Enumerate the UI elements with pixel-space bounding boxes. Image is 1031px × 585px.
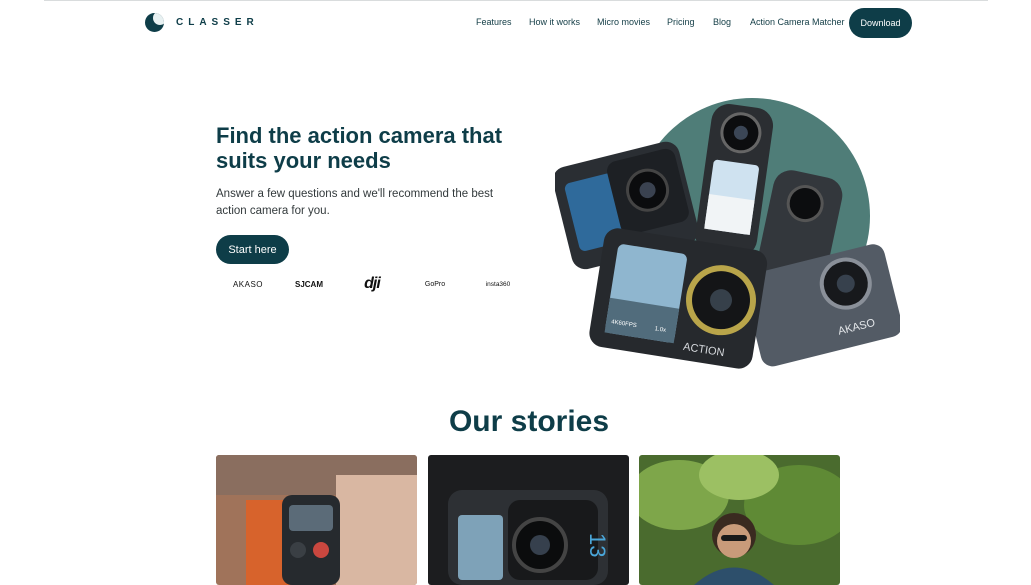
gopro-logo: GoPro — [424, 280, 446, 288]
brand-name: CLASSER — [176, 17, 259, 28]
hero-title: Find the action camera that suits your n… — [216, 123, 503, 173]
story-card-1[interactable] — [216, 455, 417, 585]
dji-logo: dji — [364, 275, 381, 292]
nav-link-blog[interactable]: Blog — [713, 17, 731, 27]
navbar: CLASSER Features How it works Micro movi… — [0, 8, 1031, 38]
start-here-button[interactable]: Start here — [216, 235, 289, 264]
top-divider — [44, 0, 988, 1]
sjcam-logo: SJCAM — [294, 279, 323, 289]
card-badge-text: 13 — [585, 533, 610, 557]
hero-subtitle: Answer a few questions and we'll recomme… — [216, 188, 494, 217]
brand-logo[interactable]: CLASSER — [145, 13, 259, 32]
dji-camera-shape: 4K60FPS 1.0x ACTION — [589, 228, 768, 369]
nav-link-how-it-works[interactable]: How it works — [529, 17, 580, 27]
hero-cameras-image: AKASO 4K60FPS 1.0x ACTION — [552, 88, 903, 380]
download-button[interactable]: Download — [849, 8, 912, 38]
nav-link-features[interactable]: Features — [476, 17, 512, 27]
akaso-logo: AKASO — [232, 279, 264, 289]
nav-link-micro-movies[interactable]: Micro movies — [597, 17, 650, 27]
story-card-3[interactable] — [639, 455, 840, 585]
story-card-2[interactable]: 13 — [428, 455, 629, 585]
nav-link-pricing[interactable]: Pricing — [667, 17, 695, 27]
portrait-photo-icon — [639, 455, 840, 585]
action-camera-photo-icon: 13 — [428, 455, 629, 585]
stories-title: Our stories — [448, 405, 610, 438]
nav-link-action-camera-matcher[interactable]: Action Camera Matcher — [750, 17, 845, 27]
logo-mark-icon — [145, 13, 164, 32]
smartwatch-photo-icon — [216, 455, 417, 585]
insta360-logo: insta360 — [485, 280, 511, 288]
